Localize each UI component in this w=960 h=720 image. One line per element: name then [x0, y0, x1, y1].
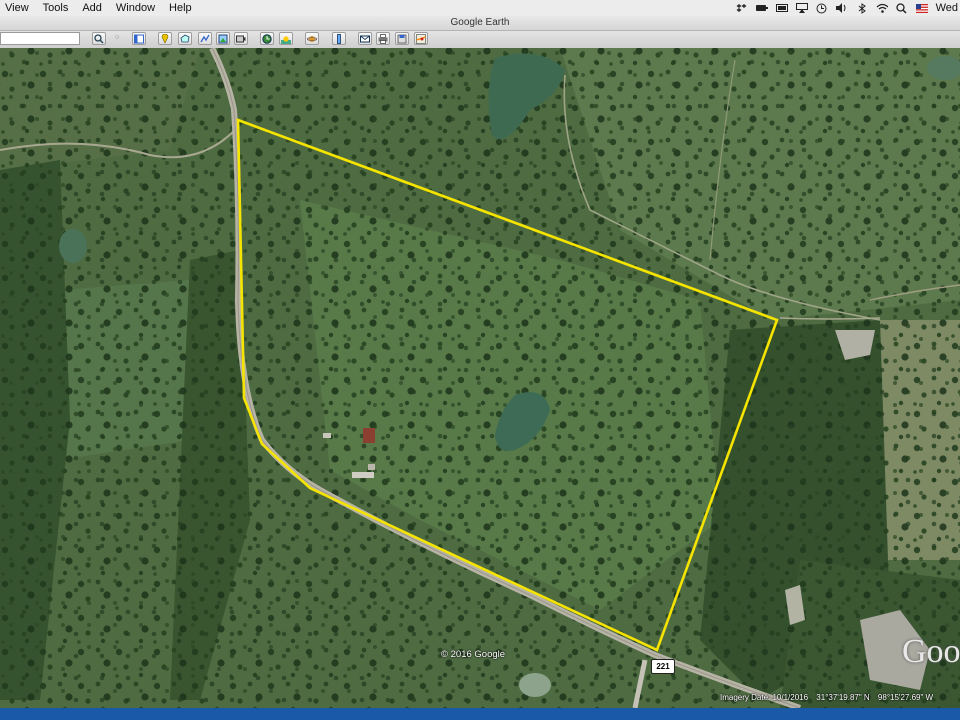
time-machine-icon[interactable] — [816, 3, 828, 13]
planets-button[interactable] — [305, 32, 319, 45]
map-view[interactable]: © 2016 Google 221 Imagery Date: 10/1/201… — [0, 48, 960, 708]
image-overlay-button[interactable] — [216, 32, 230, 45]
volume-icon[interactable] — [835, 3, 848, 13]
menu-window[interactable]: Window — [109, 0, 162, 16]
sunlight-icon — [281, 35, 291, 44]
record-tour-icon — [236, 35, 246, 42]
path-icon — [200, 34, 210, 42]
bluetooth-icon[interactable] — [856, 2, 868, 14]
sidebar-toggle-button[interactable] — [132, 32, 146, 45]
save-image-icon — [397, 34, 407, 43]
dropbox-icon[interactable] — [736, 3, 748, 13]
ruler-icon — [337, 33, 341, 44]
google-maps-button[interactable] — [414, 32, 428, 45]
window-title-bar[interactable]: Google Earth — [0, 16, 960, 31]
imagery-info: Imagery Date: 10/1/2016 31°37'19.87" N 9… — [720, 693, 939, 702]
historical-imagery-button[interactable] — [260, 32, 274, 45]
image-overlay-icon — [218, 34, 228, 43]
print-button[interactable] — [376, 32, 390, 45]
path-button[interactable] — [198, 32, 212, 45]
bottom-status-strip — [0, 708, 960, 720]
menu-view[interactable]: View — [0, 0, 36, 16]
menu-add[interactable]: Add — [75, 0, 109, 16]
email-icon — [360, 35, 370, 42]
polygon-button[interactable] — [178, 32, 192, 45]
battery-status-icon[interactable] — [755, 3, 768, 13]
ruler-button[interactable] — [332, 32, 346, 45]
airplay-icon[interactable] — [795, 3, 808, 13]
imagery-date: Imagery Date: 10/1/2016 — [720, 693, 809, 702]
toolbar: ○ — [0, 31, 960, 49]
planets-icon — [307, 35, 317, 42]
google-earth-logo: Goo — [902, 633, 960, 670]
longitude-readout: 98°15'27.69" W — [877, 693, 934, 702]
historical-imagery-icon — [262, 33, 272, 44]
display-icon[interactable] — [775, 3, 788, 13]
copyright-label: © 2016 Google — [441, 649, 506, 660]
placemark-icon — [161, 33, 169, 44]
menu-bar: View Tools Add Window Help Wed — [0, 0, 960, 17]
search-icon — [94, 33, 104, 43]
google-maps-icon — [416, 33, 426, 44]
language-flag-icon[interactable] — [915, 3, 928, 13]
placemark-button[interactable] — [158, 32, 172, 45]
wifi-icon[interactable] — [876, 3, 888, 13]
print-icon — [378, 33, 388, 44]
record-tour-button[interactable] — [234, 32, 248, 45]
email-button[interactable] — [358, 32, 372, 45]
search-input[interactable] — [0, 32, 80, 45]
menubar-clock[interactable]: Wed — [936, 0, 958, 16]
sunlight-button[interactable] — [279, 32, 293, 45]
spotlight-icon[interactable] — [896, 2, 908, 14]
search-button[interactable] — [92, 32, 106, 45]
status-area: Wed — [736, 0, 960, 16]
menu-tools[interactable]: Tools — [36, 0, 76, 16]
save-image-button[interactable] — [395, 32, 409, 45]
menu-help[interactable]: Help — [162, 0, 199, 16]
sidebar-toggle-icon — [134, 34, 144, 43]
latitude-readout: 31°37'19.87" N — [816, 693, 870, 702]
search-options-icon[interactable]: ○ — [115, 34, 119, 41]
satellite-imagery[interactable] — [0, 48, 960, 708]
polygon-icon — [180, 34, 190, 42]
highway-shield: 221 — [651, 659, 675, 674]
window-title: Google Earth — [450, 17, 510, 28]
